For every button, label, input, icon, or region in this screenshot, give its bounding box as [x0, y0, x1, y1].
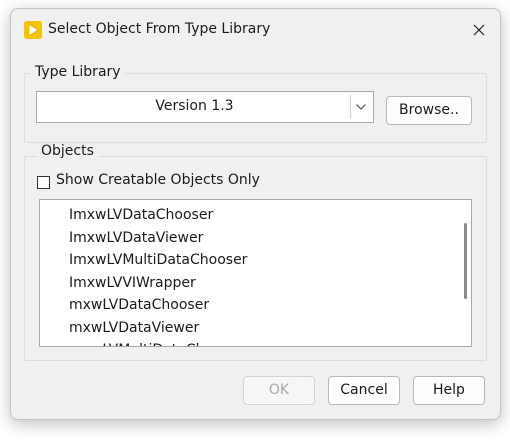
ok-button[interactable]: OK [243, 376, 315, 405]
list-item[interactable]: mxwLVDataViewer [69, 317, 247, 340]
browse-button-label: Browse.. [399, 102, 459, 118]
close-icon [473, 24, 485, 36]
objects-group-label: Objects [37, 143, 98, 159]
title-bar[interactable]: Select Object From Type Library [11, 9, 500, 51]
show-creatable-label[interactable]: Show Creatable Objects Only [56, 172, 260, 188]
list-item[interactable]: mxwLVMultiDataChooser [69, 339, 247, 346]
select-object-dialog: Select Object From Type Library Type Lib… [10, 8, 501, 420]
help-button-label: Help [433, 382, 465, 398]
browse-button[interactable]: Browse.. [386, 96, 472, 125]
list-scrollbar[interactable] [462, 201, 470, 345]
cancel-button-label: Cancel [340, 382, 388, 398]
list-item[interactable]: ImxwLVMultiDataChooser [69, 249, 247, 272]
window-title: Select Object From Type Library [48, 21, 271, 37]
help-button[interactable]: Help [413, 376, 485, 405]
cancel-button[interactable]: Cancel [328, 376, 400, 405]
labview-play-icon [24, 21, 42, 39]
objects-listbox[interactable]: ImxwLVDataChooser ImxwLVDataViewer ImxwL… [39, 199, 472, 347]
show-creatable-checkbox[interactable] [37, 176, 50, 189]
list-item[interactable]: ImxwLVDataViewer [69, 227, 247, 250]
objects-list: ImxwLVDataChooser ImxwLVDataViewer ImxwL… [69, 204, 247, 346]
list-item[interactable]: ImxwLVDataChooser [69, 204, 247, 227]
type-library-group-label: Type Library [31, 64, 125, 80]
ok-button-label: OK [268, 382, 290, 398]
type-library-version-select[interactable]: Version 1.3 [36, 91, 374, 123]
dropdown-button[interactable] [350, 95, 371, 119]
list-item[interactable]: ImxwLVVIWrapper [69, 272, 247, 295]
chevron-down-icon [356, 104, 366, 110]
scrollbar-thumb[interactable] [464, 223, 467, 299]
list-item[interactable]: mxwLVDataChooser [69, 294, 247, 317]
close-button[interactable] [466, 17, 492, 43]
selected-version: Version 1.3 [155, 98, 234, 114]
